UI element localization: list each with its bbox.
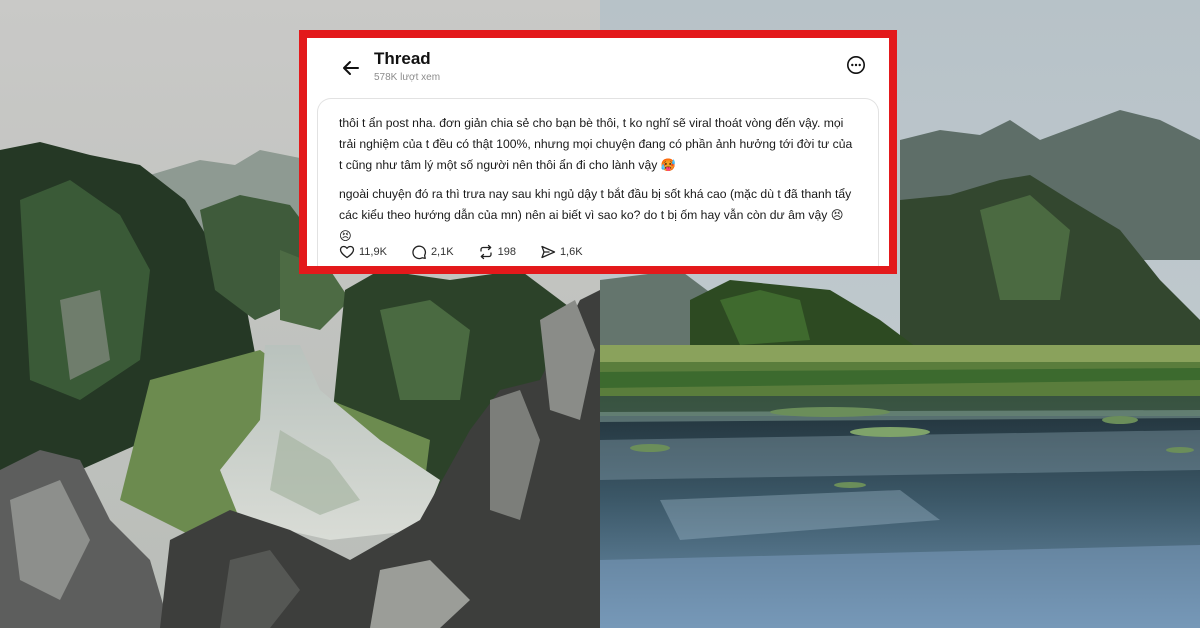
thread-card-frame: Thread 578K lượt xem thôi t ẩn post nha.… bbox=[299, 30, 897, 274]
share-count: 1,6K bbox=[559, 246, 583, 258]
post-actions: 11,9K 2,1K 198 1,6K bbox=[339, 244, 607, 260]
thread-card: Thread 578K lượt xem thôi t ẩn post nha.… bbox=[307, 38, 889, 266]
share-button[interactable]: 1,6K bbox=[540, 244, 583, 260]
back-button[interactable] bbox=[337, 54, 365, 82]
repost-icon bbox=[479, 244, 492, 260]
repost-count: 198 bbox=[497, 246, 516, 258]
post-paragraph: thôi t ẩn post nha. đơn giản chia sẻ cho… bbox=[339, 116, 853, 172]
back-arrow-icon bbox=[343, 61, 359, 75]
thread-header: Thread 578K lượt xem bbox=[307, 38, 889, 96]
heart-icon bbox=[339, 245, 355, 259]
share-icon bbox=[541, 245, 556, 259]
post-body: thôi t ẩn post nha. đơn giản chia sẻ cho… bbox=[317, 98, 879, 266]
like-button[interactable]: 11,9K bbox=[339, 244, 387, 260]
comment-count: 2,1K bbox=[430, 246, 454, 258]
view-count: 578K lượt xem bbox=[374, 72, 441, 83]
comment-button[interactable]: 2,1K bbox=[411, 244, 454, 260]
like-count: 11,9K bbox=[359, 246, 387, 258]
comment-icon bbox=[412, 245, 426, 260]
post-paragraph: ngoài chuyện đó ra thì trưa nay sau khi … bbox=[339, 187, 852, 243]
more-options-icon bbox=[847, 56, 865, 74]
more-options-button[interactable] bbox=[845, 54, 867, 76]
repost-button[interactable]: 198 bbox=[478, 244, 516, 260]
page-title: Thread bbox=[374, 49, 431, 68]
